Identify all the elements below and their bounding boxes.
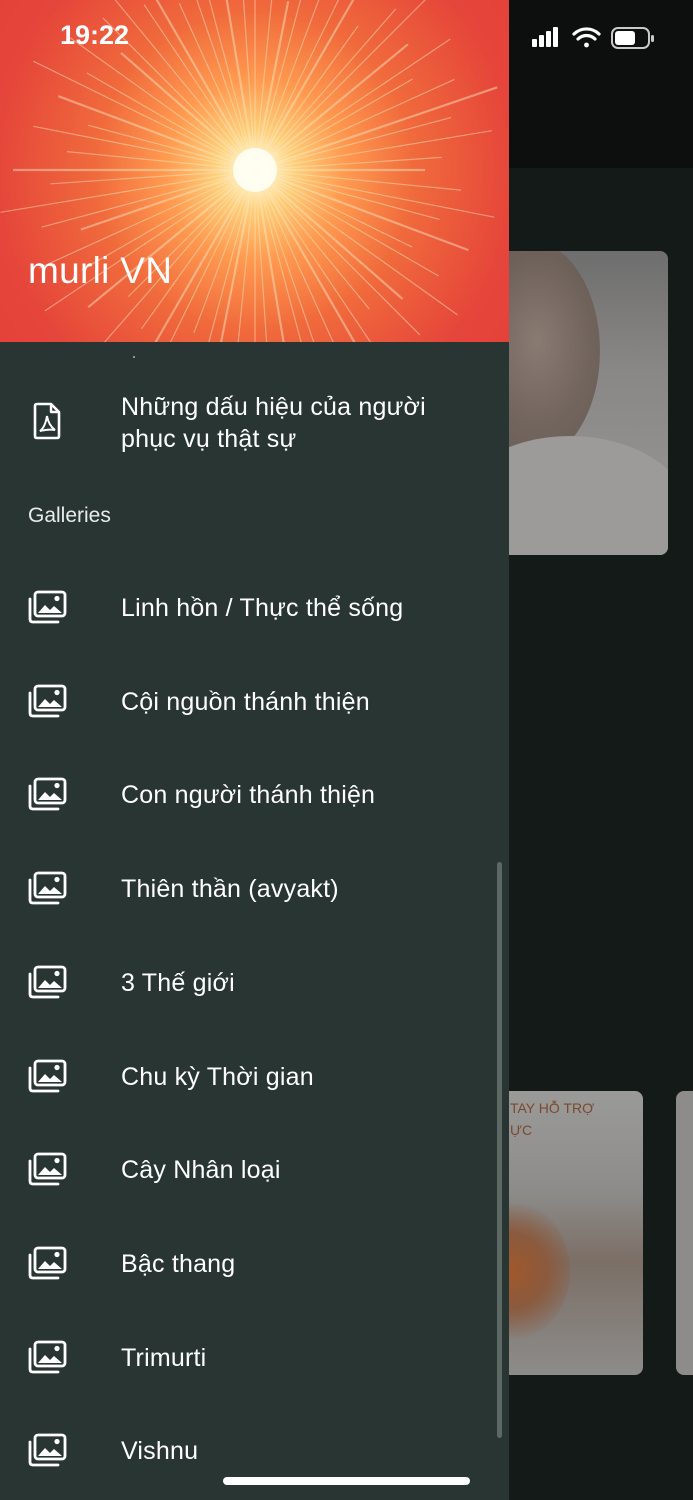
navigation-drawer[interactable]: murli VN Những dấu hiệu của người phục v… [0,0,509,1500]
menu-item-label: Những dấu hiệu của người [121,393,426,421]
gallery-item[interactable]: Chu kỳ Thời gian [0,1031,509,1125]
status-icons [532,26,657,52]
gallery-item[interactable]: Thiên thần (avyakt) [0,843,509,937]
background-poster-card-2 [676,1091,693,1375]
gallery-icon [28,1246,67,1280]
drawer-header: murli VN [0,0,509,342]
gallery-item-label: Trimurti [121,1343,207,1372]
signal-icon [532,27,558,47]
background-poster-card: TAY HỖ TRỢ ỰC [490,1091,643,1375]
app-title: murli VN [28,250,173,291]
wifi-icon [572,27,601,48]
battery-icon [611,27,654,49]
section-header-galleries: Galleries [28,504,111,527]
pdf-icon [33,402,61,440]
background-photo-shirt [490,436,668,555]
gallery-icon [28,1340,67,1373]
home-indicator[interactable] [223,1477,470,1485]
gallery-icon [28,1152,67,1186]
background-photo-card [490,251,668,555]
menu-item-pdf[interactable]: Những dấu hiệu của người phục vụ thật sự [0,378,509,478]
gallery-item-label: 3 Thế giới [121,968,235,997]
gallery-item[interactable]: Cây Nhân loại [0,1124,509,1218]
drawer-scrollbar[interactable] [497,862,502,1438]
gallery-item[interactable]: Vishnu [0,1405,509,1499]
gallery-item[interactable]: Bậc thang [0,1218,509,1312]
gallery-icon [28,871,67,905]
signal-wifi-battery-icons [532,27,654,49]
gallery-item-label: Bậc thang [121,1249,236,1278]
gallery-item[interactable]: Trimurti [0,1312,509,1406]
gallery-item-label: Chu kỳ Thời gian [121,1062,314,1091]
gallery-item-label: Cây Nhân loại [121,1156,281,1185]
gallery-icon [28,777,67,811]
gallery-icon [28,684,67,718]
gallery-item[interactable]: 3 Thế giới [0,937,509,1031]
gallery-item[interactable]: Cội nguồn thánh thiện [0,656,509,750]
gallery-icon [28,1059,67,1092]
gallery-icon [28,1433,67,1467]
gallery-item-label: Cội nguồn thánh thiện [121,687,370,716]
gallery-item-label: Vishnu [121,1437,199,1466]
gallery-icon [28,965,67,999]
divider-dot [133,356,135,358]
menu-item-label: phục vụ thật sự [121,425,297,453]
gallery-item[interactable]: Linh hồn / Thực thể sống [0,562,509,656]
status-time: 19:22 [60,20,130,50]
background-poster-text: TAY HỖ TRỢ ỰC [510,1100,595,1138]
gallery-item[interactable]: Con người thánh thiện [0,749,509,843]
gallery-item-label: Con người thánh thiện [121,781,376,810]
gallery-item-label: Thiên thần (avyakt) [121,875,339,904]
gallery-item-label: Linh hồn / Thực thể sống [121,594,404,622]
gallery-icon [28,590,67,624]
